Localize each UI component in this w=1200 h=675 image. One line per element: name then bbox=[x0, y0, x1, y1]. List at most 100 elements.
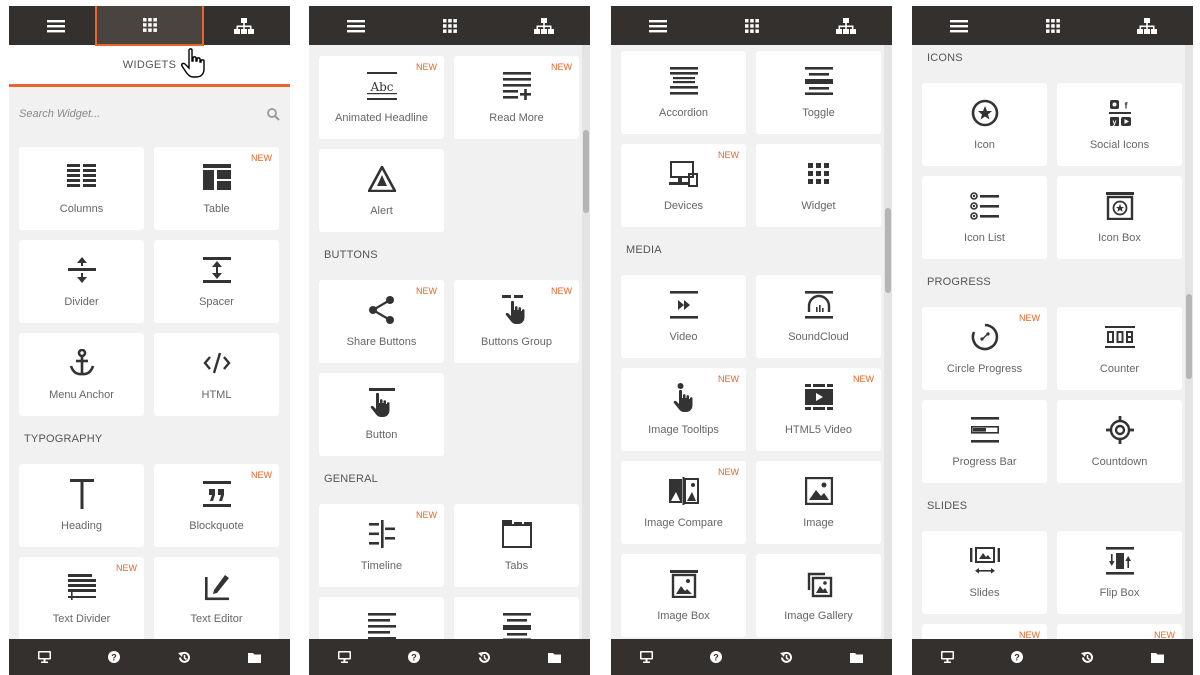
scrollbar-thumb[interactable] bbox=[1186, 294, 1192, 379]
widget-counter[interactable]: Counter bbox=[1057, 307, 1182, 390]
widget-partial[interactable]: NEW bbox=[922, 624, 1047, 639]
grid-icon bbox=[442, 18, 457, 33]
menu-button[interactable] bbox=[309, 6, 402, 45]
widgets-grid-button[interactable] bbox=[705, 6, 798, 45]
widget-icon[interactable]: Icon bbox=[922, 83, 1047, 166]
history-button[interactable] bbox=[1052, 639, 1122, 675]
widget-icon-list[interactable]: Icon List bbox=[922, 176, 1047, 259]
grid-icon bbox=[1045, 18, 1060, 33]
responsive-button[interactable] bbox=[309, 639, 379, 675]
history-button[interactable] bbox=[149, 639, 219, 675]
widget-html5-video[interactable]: NEW HTML5 Video bbox=[756, 368, 881, 451]
widget-accordion[interactable]: Accordion bbox=[621, 51, 746, 134]
widget-columns[interactable]: Columns bbox=[19, 147, 144, 230]
widgets-grid-button[interactable] bbox=[1006, 6, 1099, 45]
widget-label: Image bbox=[803, 517, 834, 529]
navigator-button[interactable] bbox=[197, 6, 290, 45]
widget-text-divider[interactable]: NEW Text Divider bbox=[19, 557, 144, 639]
widget-animated-headline[interactable]: NEW Abc Animated Headline bbox=[319, 56, 444, 139]
help-button[interactable]: ? bbox=[79, 639, 149, 675]
svg-text:f: f bbox=[1124, 101, 1128, 111]
scrollbar-thumb[interactable] bbox=[583, 130, 589, 213]
widget-share-buttons[interactable]: NEW Share Buttons bbox=[319, 280, 444, 363]
widget-image-box[interactable]: Image Box bbox=[621, 554, 746, 637]
widget-circle-progress[interactable]: NEW Circle Progress bbox=[922, 307, 1047, 390]
bottom-toolbar: ? bbox=[309, 639, 590, 675]
widget-text-editor[interactable]: Text Editor bbox=[154, 557, 279, 639]
help-button[interactable]: ? bbox=[379, 639, 449, 675]
widget-label: SoundCloud bbox=[788, 331, 849, 343]
templates-button[interactable] bbox=[519, 639, 589, 675]
widget-devices[interactable]: NEW Devices bbox=[621, 144, 746, 227]
widget-table[interactable]: NEW Table bbox=[154, 147, 279, 230]
widgets-grid-button[interactable] bbox=[403, 6, 496, 45]
widget-icon-box[interactable]: Icon Box bbox=[1057, 176, 1182, 259]
widget-partial[interactable]: NEW bbox=[1057, 624, 1182, 639]
image-tooltips-icon bbox=[673, 383, 692, 412]
widget-label: Menu Anchor bbox=[49, 389, 114, 401]
help-icon: ? bbox=[408, 651, 420, 663]
widget-divider[interactable]: Divider bbox=[19, 240, 144, 323]
search-widget[interactable]: Search Widget... bbox=[9, 101, 290, 131]
widget-alert[interactable]: Alert bbox=[319, 149, 444, 232]
widget-toggle[interactable]: Toggle bbox=[756, 51, 881, 134]
widget-menu-anchor[interactable]: Menu Anchor bbox=[19, 333, 144, 416]
panel-content: WIDGETS Search Widget... Columns NEW Tab… bbox=[9, 45, 290, 639]
widget-slides[interactable]: Slides bbox=[922, 531, 1047, 614]
responsive-button[interactable] bbox=[611, 639, 681, 675]
templates-button[interactable] bbox=[821, 639, 891, 675]
responsive-button[interactable] bbox=[9, 639, 79, 675]
widget-buttons-group[interactable]: NEW Buttons Group bbox=[454, 280, 579, 363]
search-input[interactable]: Search Widget... bbox=[19, 108, 100, 120]
widget-image-compare[interactable]: NEW Image Compare bbox=[621, 461, 746, 544]
templates-button[interactable] bbox=[1122, 639, 1192, 675]
menu-button[interactable] bbox=[611, 6, 704, 45]
widget-timeline[interactable]: NEW Timeline bbox=[319, 504, 444, 587]
scrollbar-thumb[interactable] bbox=[885, 208, 891, 293]
widget-label: Divider bbox=[64, 296, 99, 308]
menu-button[interactable] bbox=[9, 6, 102, 45]
widget-image-gallery[interactable]: Image Gallery bbox=[756, 554, 881, 637]
help-button[interactable]: ? bbox=[681, 639, 751, 675]
widget-image-tooltips[interactable]: NEW Image Tooltips bbox=[621, 368, 746, 451]
widget-tabs[interactable]: Tabs bbox=[454, 504, 579, 587]
menu-button[interactable] bbox=[912, 6, 1005, 45]
menu-icon bbox=[648, 19, 667, 32]
navigator-button[interactable] bbox=[799, 6, 892, 45]
widget-soundcloud[interactable]: SoundCloud bbox=[756, 275, 881, 358]
navigator-button[interactable] bbox=[497, 6, 590, 45]
widget-image[interactable]: Image bbox=[756, 461, 881, 544]
widget-heading[interactable]: Heading bbox=[19, 464, 144, 547]
widget-button[interactable]: Button bbox=[319, 373, 444, 456]
widget-label: Counter bbox=[1099, 363, 1140, 375]
widget-countdown[interactable]: Countdown bbox=[1057, 400, 1182, 483]
help-button[interactable]: ? bbox=[982, 639, 1052, 675]
history-button[interactable] bbox=[449, 639, 519, 675]
widget-spacer[interactable]: Spacer bbox=[154, 240, 279, 323]
widget-video[interactable]: Video bbox=[621, 275, 746, 358]
read-more-icon bbox=[502, 72, 531, 100]
history-icon bbox=[177, 651, 190, 663]
history-button[interactable] bbox=[751, 639, 821, 675]
search-icon[interactable] bbox=[267, 108, 280, 121]
scrollbar[interactable] bbox=[884, 45, 892, 639]
html-icon bbox=[202, 352, 231, 374]
widgets-tab-title[interactable]: WIDGETS bbox=[9, 45, 290, 87]
widgets-grid-button[interactable] bbox=[95, 6, 204, 46]
desktop-icon bbox=[639, 651, 653, 663]
navigator-button[interactable] bbox=[1100, 6, 1193, 45]
templates-button[interactable] bbox=[219, 639, 289, 675]
widget-read-more[interactable]: NEW Read More bbox=[454, 56, 579, 139]
section-icons: ICONS bbox=[927, 52, 963, 64]
widget-html[interactable]: HTML bbox=[154, 333, 279, 416]
widget-partial[interactable] bbox=[454, 597, 579, 639]
widget-blockquote[interactable]: NEW Blockquote bbox=[154, 464, 279, 547]
widget-partial[interactable] bbox=[319, 597, 444, 639]
history-icon bbox=[779, 651, 792, 663]
widget-flip-box[interactable]: Flip Box bbox=[1057, 531, 1182, 614]
widget-progress-bar[interactable]: Progress Bar bbox=[922, 400, 1047, 483]
widget-social-icons[interactable]: fy Social Icons bbox=[1057, 83, 1182, 166]
widget-widget[interactable]: Widget bbox=[756, 144, 881, 227]
circle-progress-icon bbox=[971, 323, 998, 351]
responsive-button[interactable] bbox=[912, 639, 982, 675]
